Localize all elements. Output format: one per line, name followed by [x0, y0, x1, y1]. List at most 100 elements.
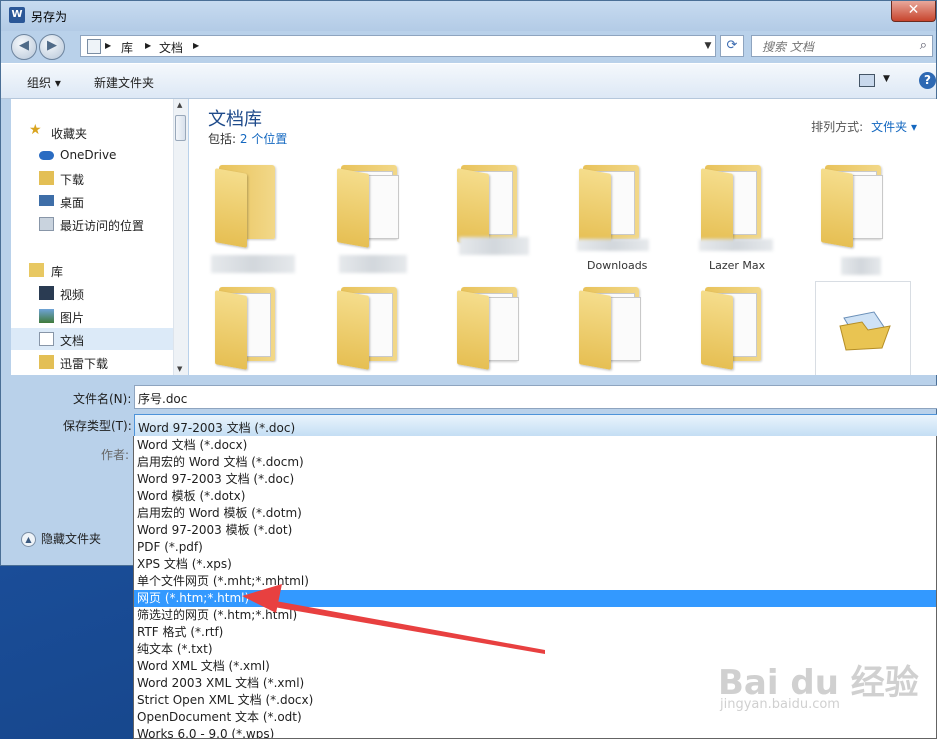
sidebar-item-onedrive[interactable]: OneDrive	[11, 144, 173, 166]
blurred-label	[841, 257, 881, 275]
sidebar-item-label: 桌面	[60, 196, 85, 210]
filetype-option[interactable]: 启用宏的 Word 模板 (*.dotm)	[134, 505, 936, 522]
sidebar-item-label: 库	[51, 265, 64, 279]
sidebar-item-downloads[interactable]: 下载	[11, 167, 173, 189]
collapse-icon: ▲	[21, 532, 36, 547]
filetype-option[interactable]: XPS 文档 (*.xps)	[134, 556, 936, 573]
sidebar-item-documents[interactable]: 文档	[11, 328, 173, 350]
scroll-up-icon[interactable]: ▲	[177, 101, 182, 109]
search-icon[interactable]: ⌕	[920, 38, 927, 53]
baidu-watermark-url: jingyan.baidu.com	[720, 697, 840, 712]
scrollbar-thumb[interactable]	[175, 115, 186, 141]
folder-label: Downloads	[587, 259, 648, 272]
folder-item[interactable]	[337, 283, 401, 370]
folder-item[interactable]	[457, 161, 521, 248]
new-folder-button[interactable]: 新建文件夹	[94, 74, 154, 91]
folder-item[interactable]	[701, 283, 765, 370]
navigation-bar: ◀ ▶ ▶ 库 ▶ 文档 ▶ ▼ ⟳ ⌕	[1, 31, 936, 61]
sidebar-item-desktop[interactable]: 桌面	[11, 190, 173, 212]
filetype-option[interactable]: PDF (*.pdf)	[134, 539, 936, 556]
navigation-pane: ★ 收藏夹 OneDrive 下载 桌面 最近访问的位置 库 视频 图片 文档 …	[11, 99, 173, 375]
search-box[interactable]: ⌕	[751, 35, 933, 57]
desktop-icon	[39, 195, 54, 206]
blurred-label	[699, 239, 773, 251]
sidebar-item-thunder-downloads[interactable]: 迅雷下载	[11, 351, 173, 373]
sidebar-item-label: 视频	[60, 288, 85, 302]
folder-item[interactable]	[457, 283, 521, 370]
sidebar-item-pictures[interactable]: 图片	[11, 305, 173, 327]
author-label: 作者:	[101, 448, 130, 462]
hide-folders-label: 隐藏文件夹	[41, 532, 102, 546]
address-bar[interactable]: ▶ 库 ▶ 文档 ▶	[80, 35, 716, 57]
blurred-label	[459, 237, 529, 255]
filetype-option[interactable]: Word 模板 (*.dotx)	[134, 488, 936, 505]
library-title: 文档库	[208, 109, 262, 130]
open-folder-item[interactable]	[815, 281, 911, 375]
star-icon: ★	[29, 122, 42, 138]
filetype-option[interactable]: Works 6.0 - 9.0 (*.wps)	[134, 726, 936, 738]
filetype-label: 保存类型(T):	[63, 419, 132, 433]
sidebar-item-label: 图片	[60, 311, 85, 325]
filetype-option[interactable]: RTF 格式 (*.rtf)	[134, 624, 936, 641]
title-bar: W 另存为 ✕	[1, 1, 936, 31]
address-dropdown-icon[interactable]: ▼	[700, 36, 716, 56]
folder-front	[337, 168, 369, 248]
breadcrumb-documents[interactable]: 文档	[159, 39, 183, 56]
sidebar-item-label: 文档	[60, 334, 85, 348]
sidebar-item-favorites[interactable]: ★ 收藏夹	[11, 121, 173, 143]
filetype-select[interactable]: Word 97-2003 文档 (*.doc)	[134, 414, 937, 437]
folder-front	[215, 168, 247, 248]
pictures-icon	[39, 309, 54, 323]
breadcrumb-library[interactable]: 库	[121, 39, 133, 56]
library-icon	[29, 263, 44, 277]
search-input[interactable]	[760, 39, 914, 55]
folder-item[interactable]	[215, 161, 279, 248]
blurred-label	[211, 255, 295, 273]
download-folder-icon	[39, 171, 54, 185]
navigation-scrollbar[interactable]: ▲ ▼	[173, 99, 188, 375]
blurred-label	[577, 239, 649, 251]
thunder-download-icon	[39, 355, 54, 369]
filetype-option[interactable]: 单个文件网页 (*.mht;*.mhtml)	[134, 573, 936, 590]
filename-row: 文件名(N): 序号.doc	[1, 385, 937, 411]
forward-button[interactable]: ▶	[39, 34, 65, 60]
folder-downloads[interactable]	[579, 161, 643, 248]
folder-item[interactable]	[579, 283, 643, 370]
sidebar-item-videos[interactable]: 视频	[11, 282, 173, 304]
folder-front	[579, 290, 611, 370]
view-options-icon[interactable]	[859, 74, 875, 87]
organize-button[interactable]: 组织 ▾	[27, 74, 61, 91]
open-folder-icon	[839, 311, 891, 351]
folder-lazer-max[interactable]	[701, 161, 765, 248]
folder-item[interactable]	[337, 161, 401, 248]
back-button[interactable]: ◀	[11, 34, 37, 60]
location-icon	[87, 39, 101, 54]
filetype-option-selected[interactable]: 网页 (*.htm;*.html)	[134, 590, 936, 607]
folder-item[interactable]	[215, 283, 279, 370]
filetype-option[interactable]: Word 97-2003 文档 (*.doc)	[134, 471, 936, 488]
scroll-down-icon[interactable]: ▼	[177, 365, 182, 373]
arrange-by-dropdown[interactable]: 文件夹 ▾	[871, 120, 917, 134]
sidebar-item-label: 收藏夹	[51, 127, 88, 141]
documents-icon	[39, 332, 54, 346]
sidebar-item-libraries[interactable]: 库	[11, 259, 173, 281]
view-dropdown-icon[interactable]: ▼	[883, 74, 890, 84]
filetype-option[interactable]: 筛选过的网页 (*.htm;*.html)	[134, 607, 936, 624]
filetype-option[interactable]: Word 97-2003 模板 (*.dot)	[134, 522, 936, 539]
filename-input[interactable]: 序号.doc	[134, 385, 937, 409]
help-icon[interactable]: ?	[919, 72, 936, 89]
hide-folders-button[interactable]: ▲ 隐藏文件夹	[21, 530, 101, 547]
file-list-pane: 文档库 包括: 2 个位置 排列方式: 文件夹 ▾ Downloads Laze…	[189, 99, 937, 375]
includes-label: 包括:	[208, 132, 237, 146]
sidebar-item-label: OneDrive	[60, 148, 117, 162]
filetype-option[interactable]: Word 文档 (*.docx)	[134, 437, 936, 454]
close-button[interactable]: ✕	[891, 1, 936, 22]
filetype-option[interactable]: 启用宏的 Word 文档 (*.docm)	[134, 454, 936, 471]
sidebar-item-recent-places[interactable]: 最近访问的位置	[11, 213, 173, 235]
refresh-button[interactable]: ⟳	[720, 35, 744, 57]
breadcrumb-separator-icon: ▶	[193, 41, 200, 50]
includes-locations-link[interactable]: 2 个位置	[240, 132, 287, 146]
cloud-icon	[39, 151, 54, 160]
folder-item[interactable]	[821, 161, 885, 248]
folder-front	[457, 168, 489, 248]
